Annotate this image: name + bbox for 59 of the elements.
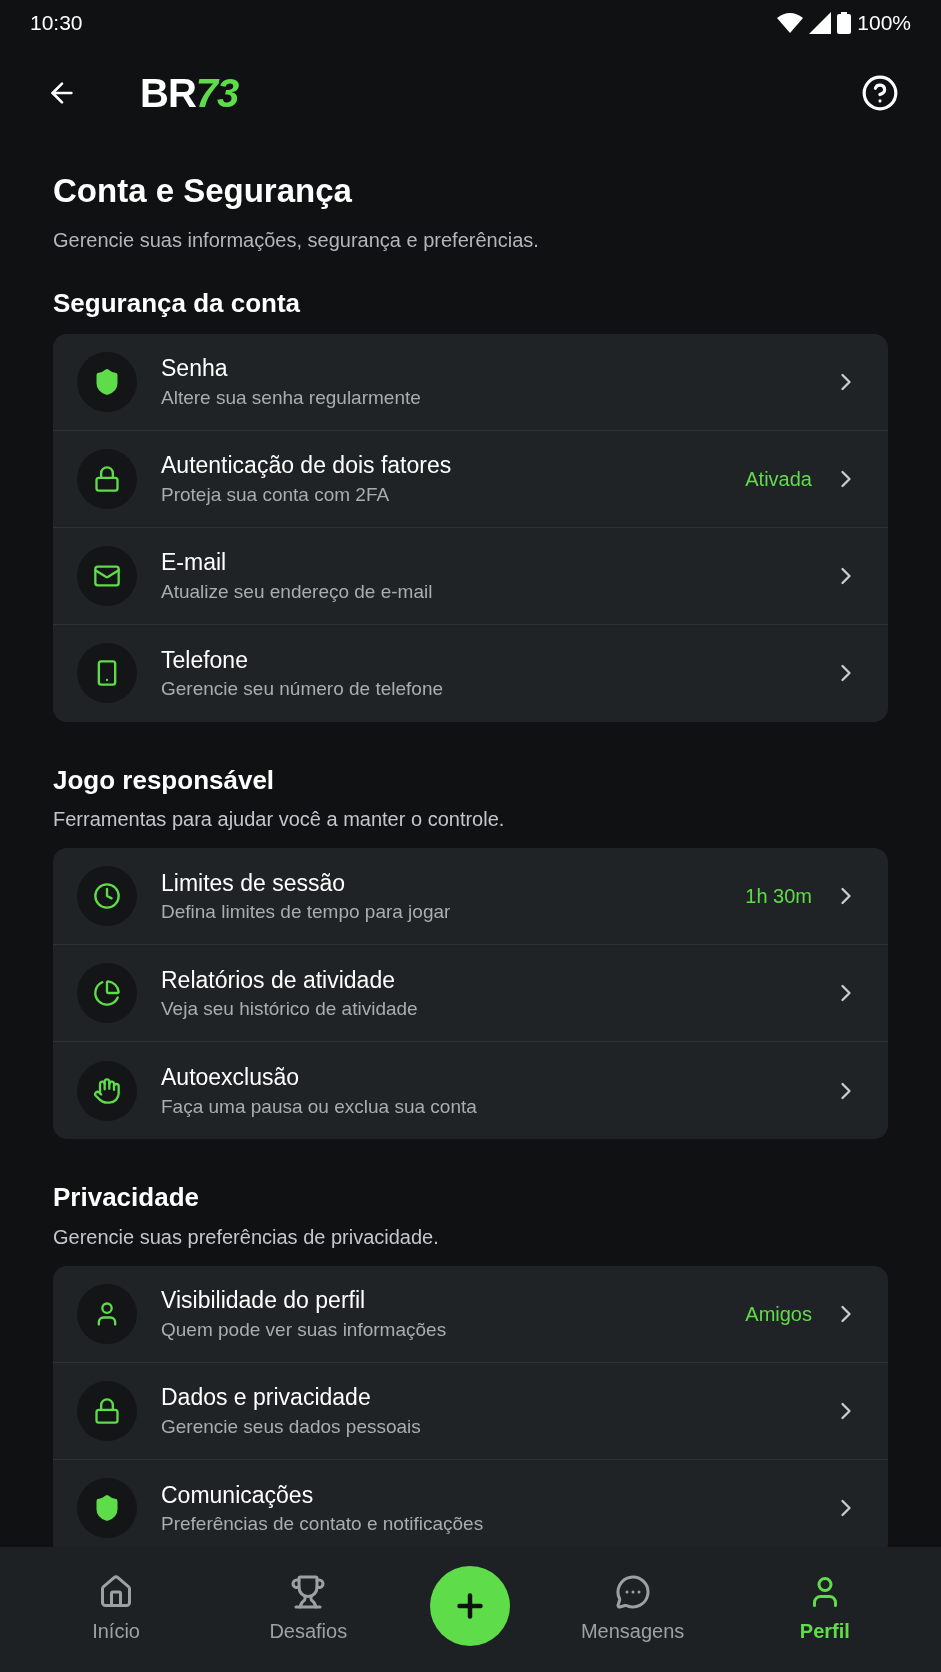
signal-icon: [809, 11, 832, 34]
row-title: Telefone: [161, 645, 249, 675]
row-value: Ativada: [745, 466, 812, 492]
section-subtitle: Gerencie suas preferências de privacidade.: [53, 1224, 440, 1250]
row-title: Limites de sessão: [161, 868, 347, 898]
row-title: Comunicações: [161, 1480, 315, 1510]
status-time: 10:30: [30, 9, 83, 36]
nav-tab[interactable]: Desafios: [238, 1573, 379, 1646]
section-title: Segurança da conta: [53, 287, 302, 320]
row-subtitle: Quem pode ver suas informações: [161, 1317, 448, 1342]
settings-row[interactable]: Relatórios de atividade Veja seu histórico de atividade: [53, 945, 888, 1043]
row-subtitle: Preferências de contato e notificações: [161, 1512, 485, 1536]
row-value: Amigos: [745, 1301, 812, 1327]
row-value: 1h 30m: [745, 884, 812, 910]
row-subtitle: Faça uma pausa ou exclua sua conta: [161, 1094, 478, 1119]
nav-tab[interactable]: Início: [46, 1573, 187, 1646]
row-subtitle: Proteja sua conta com 2FA: [161, 482, 391, 507]
section-title: Privacidade: [53, 1181, 200, 1214]
row-title: Autoexclusão: [161, 1063, 301, 1092]
hand-icon: [93, 1076, 121, 1105]
row-title: Senha: [161, 354, 229, 383]
row-subtitle: Gerencie seus dados pessoais: [161, 1414, 422, 1439]
logo-text: 73: [195, 72, 239, 113]
section-subtitle: Ferramentas para ajudar você a manter o controle.: [53, 807, 506, 833]
battery-level: 100%: [857, 9, 911, 36]
page-subtitle: Gerencie suas informações, segurança e preferências.: [53, 228, 540, 254]
section-title: Jogo responsável: [53, 763, 276, 797]
logo-text: BR: [140, 72, 196, 113]
settings-row[interactable]: Senha Altere sua senha regularmente: [53, 333, 888, 431]
help-button[interactable]: [861, 73, 899, 112]
pie-chart-icon: [93, 979, 121, 1008]
lock-icon: [93, 464, 121, 493]
nav-tab[interactable]: Mensagens: [562, 1573, 703, 1646]
row-subtitle: Gerencie seu número de telefone: [161, 677, 444, 701]
row-subtitle: Veja seu histórico de atividade: [161, 997, 419, 1021]
settings-row[interactable]: Limites de sessão Defina limites de tempo para jogar 1h 30m: [53, 848, 888, 946]
settings-row[interactable]: Telefone Gerencie seu número de telefone: [53, 624, 888, 722]
settings-row[interactable]: Autoexclusão Faça uma pausa ou exclua sua conta: [53, 1042, 888, 1140]
row-title: Relatórios de atividade: [161, 965, 396, 995]
wifi-icon: [777, 12, 804, 33]
row-subtitle: Atualize seu endereço de e-mail: [161, 579, 434, 604]
settings-row[interactable]: Dados e privacidade Gerencie seus dados pessoais: [53, 1362, 888, 1460]
row-title: Autenticação de dois fatores: [161, 451, 453, 480]
row-title: Visibilidade do perfil: [161, 1286, 367, 1315]
settings-row[interactable]: Visibilidade do perfil Quem pode ver suas informações Amigos: [53, 1265, 888, 1363]
trophy-icon: [290, 1573, 327, 1610]
settings-row[interactable]: Autenticação de dois fatores Proteja sua conta com 2FA Ativada: [53, 430, 888, 528]
battery-icon: [837, 11, 852, 34]
settings-row[interactable]: Comunicações Preferências de contato e notificações: [53, 1459, 888, 1547]
row-subtitle: Altere sua senha regularmente: [161, 385, 422, 410]
settings-row[interactable]: E-mail Atualize seu endereço de e-mail: [53, 527, 888, 625]
row-subtitle: Defina limites de tempo para jogar: [161, 900, 452, 924]
row-title: Dados e privacidade: [161, 1383, 372, 1412]
row-title: E-mail: [161, 548, 228, 577]
chat-icon: [614, 1573, 651, 1610]
lock-icon: [93, 1396, 121, 1425]
clock-icon: [93, 882, 121, 911]
page-title: Conta e Segurança: [53, 171, 353, 211]
nav-tab[interactable]: Perfil: [754, 1573, 895, 1646]
